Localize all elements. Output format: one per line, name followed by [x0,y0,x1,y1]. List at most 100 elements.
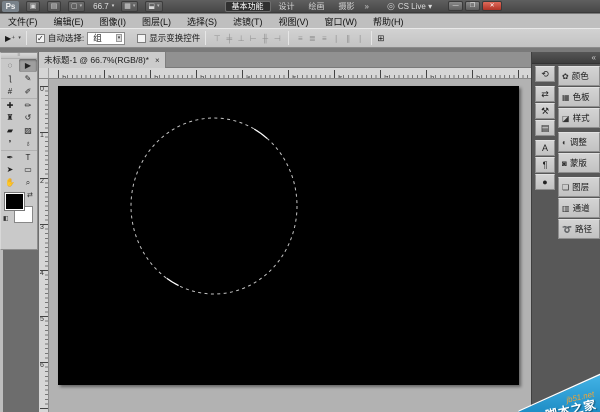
menu-item[interactable]: 选择(S) [179,15,225,28]
distribute-bottom-edges-icon[interactable]: ≡ [319,34,329,43]
path-selection-tool[interactable]: ➤ [1,163,19,176]
launch-mini-bridge-button[interactable]: ▤ [47,0,61,12]
launch-bridge-button[interactable]: ▣ [26,0,40,12]
clone-stamp-tool[interactable]: ♜ [1,111,19,124]
zoom-level-value: 66.7 [93,1,109,11]
caret-down-icon: ▾ [111,3,115,9]
tool-presets-panel-button[interactable]: ⚒ [535,103,555,119]
collapse-panels-icon[interactable]: « [592,53,596,62]
navigator-panel-button[interactable]: ⇄ [535,86,555,102]
eyedropper-tool[interactable]: ✐ [19,85,37,98]
close-button[interactable]: ✕ [482,1,503,11]
align-left-edges-icon[interactable]: ⊢ [248,34,258,43]
vertical-ruler[interactable]: 0 1 2 3 4 5 6 [39,79,49,412]
align-horizontal-centers-icon[interactable]: ╫ [260,34,270,43]
ruler-number: 2 [40,178,44,185]
shape-tool[interactable]: ▭ [19,163,37,176]
adjustments-panel-button[interactable]: ◐ 调整 [558,132,600,152]
document-tab[interactable]: 未标题-1 @ 66.7%(RGB/8)* × [39,52,166,68]
pen-tool[interactable]: ✒ [1,150,19,163]
panel-label: 图层 [572,182,590,192]
dodge-tool[interactable]: ♁ [19,137,37,150]
character-panel-button[interactable]: A [535,140,555,156]
tab-close-icon[interactable]: × [155,56,160,65]
hand-tool[interactable]: ✋ [1,176,19,189]
layer-comps-panel-button[interactable]: ▤ [535,120,555,136]
align-right-edges-icon[interactable]: ⊣ [272,34,282,43]
blur-tool[interactable]: ❜ [1,137,19,150]
view-extras-button[interactable]: ▢ ▾ [68,0,86,12]
document-tab-title: 未标题-1 @ 66.7%(RGB/8)* [44,55,149,65]
workspace-design[interactable]: 设计 [273,1,301,12]
align-bottom-edges-icon[interactable]: ⊥ [236,34,246,43]
type-tool[interactable]: T [19,150,37,163]
canvas[interactable] [58,86,519,385]
selection-layer [130,117,298,295]
swap-colors-icon[interactable]: ⇄ [27,191,33,199]
menu-item[interactable]: 窗口(W) [317,15,366,28]
menu-item[interactable]: 文件(F) [0,15,46,28]
zoom-level-control[interactable]: 66.7 ▾ [93,2,114,11]
paragraph-panel-button[interactable]: ¶ [535,157,555,173]
tool-options-bar: ▶⁺ ▾ ✓ 自动选择: 组 ▾ 显示变换控件 ⊤ ╪ ⊥ ⊢ ╫ ⊣ ≡ ≣ ≡ ∣ ∥ ∣ ⊞ [0,28,600,48]
panel-dock: « ⟲ ⇄ ⚒ ▤ A ¶ ● ✿ 颜色 ▦ 色板 ◪ 样式 ◐ 调整 ◙ 蒙版… [531,52,600,412]
zoom-tool[interactable]: ⌕ [19,176,37,189]
distribute-horizontal-centers-icon[interactable]: ∥ [343,34,353,43]
ruler-number: 5 [40,316,44,323]
workspace-painting[interactable]: 绘画 [303,1,331,12]
panel-label: 色板 [572,92,590,102]
foreground-color-swatch[interactable] [4,192,25,211]
default-colors-icon[interactable]: ◧ [3,215,9,222]
distribute-left-edges-icon[interactable]: ∣ [331,34,341,43]
move-tool[interactable]: ▶ [19,59,37,72]
distribute-vertical-centers-icon[interactable]: ≣ [307,34,317,43]
menu-item[interactable]: 帮助(H) [365,15,412,28]
caret-down-icon: ▾ [157,3,160,9]
horizontal-ruler[interactable]: 012345678910 [49,68,532,79]
elliptical-marquee-tool[interactable]: ◌ [1,59,19,72]
workspace-overflow-button[interactable]: » [365,2,369,11]
workspace-essentials[interactable]: 基本功能 [224,0,271,12]
pasteboard[interactable] [49,79,532,412]
3d-panel-button[interactable]: ● [535,174,555,190]
restore-button[interactable]: ❐ [465,1,481,11]
photoshop-window: Ps ▣ ▤ ▢ ▾ 66.7 ▾ ▦ ▾ ⬓ ▾ 基本功能 设计 绘画 摄影 » ◎ CS … [0,0,600,412]
menu-item[interactable]: 视图(V) [271,15,317,28]
masks-panel-button[interactable]: ◙ 蒙版 [558,153,600,173]
eraser-tool[interactable]: ▰ [1,124,19,137]
brush-tool[interactable]: ✏ [19,98,37,111]
history-panel-button[interactable]: ⟲ [535,66,555,82]
align-vertical-centers-icon[interactable]: ╪ [224,34,234,43]
distribute-top-edges-icon[interactable]: ≡ [295,34,305,43]
lasso-tool[interactable]: ƪ [1,72,19,85]
align-top-edges-icon[interactable]: ⊤ [212,34,222,43]
menu-item[interactable]: 滤镜(T) [225,15,271,28]
auto-align-layers-button[interactable]: ⊞ [377,33,384,44]
menu-item[interactable]: 编辑(E) [46,15,92,28]
tool-preset-picker[interactable]: ▶⁺ ▾ [5,34,21,43]
distribute-right-edges-icon[interactable]: ∣ [355,34,365,43]
screen-mode-button[interactable]: ⬓ ▾ [145,0,163,12]
layers-panel-button[interactable]: ❏ 图层 [558,177,600,197]
history-brush-tool[interactable]: ↺ [19,111,37,124]
healing-brush-tool[interactable]: ✚ [1,98,19,111]
menu-item[interactable]: 图层(L) [134,15,179,28]
workspace-photography[interactable]: 摄影 [333,1,361,12]
crop-tool[interactable]: # [1,85,19,98]
channels-panel-button[interactable]: ▥ 通道 [558,198,600,218]
quick-selection-tool[interactable]: ✎ [19,72,37,85]
arrange-documents-button[interactable]: ▦ ▾ [121,0,139,12]
auto-select-dropdown[interactable]: 组 ▾ [87,31,126,45]
gradient-tool[interactable]: ▨ [19,124,37,137]
color-panel-button[interactable]: ✿ 颜色 [558,66,600,86]
swatches-panel-button[interactable]: ▦ 色板 [558,87,600,107]
toolbox: ≡ ◌ ▶ ƪ ✎ # ✐ ✚ ✏ ♜ ↺ ▰ ▨ ❜ ♁ ✒ T ➤ ▭ ✋ ⌕ ⇄ ◧ [0,52,38,250]
show-transform-checkbox[interactable] [137,33,147,43]
auto-select-checkbox[interactable]: ✓ [35,33,45,43]
minimize-button[interactable]: — [448,1,464,11]
menu-item[interactable]: 图像(I) [92,15,135,28]
paths-panel-button[interactable]: ➰ 路径 [558,219,600,239]
auto-select-label: 自动选择: [47,33,85,43]
styles-panel-button[interactable]: ◪ 样式 [558,108,600,128]
cs-live-button[interactable]: ◎ CS Live ▾ [387,1,432,12]
